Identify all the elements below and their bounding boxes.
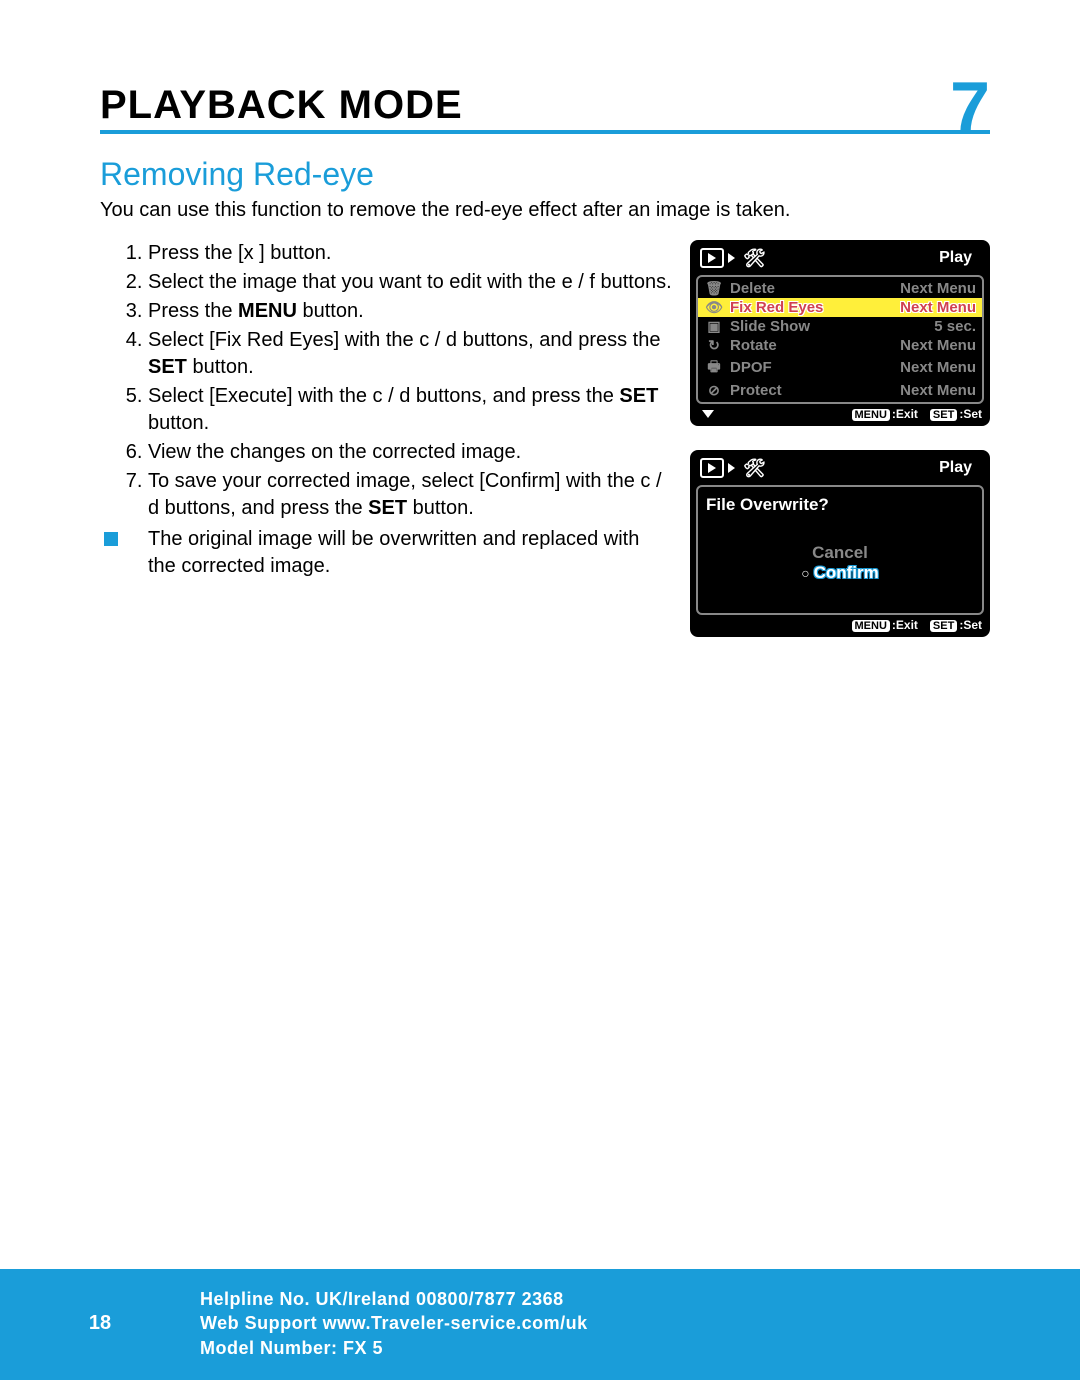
menu-row: 🗑 DeleteNext Menu <box>698 279 982 298</box>
step-2: Select the image that you want to edit w… <box>148 269 672 296</box>
menu-list: 🗑DeleteNext Menu👁Fix Red EyesNext Menu▣S… <box>696 275 984 404</box>
menu-row: 👁 Fix Red EyesNext Menu <box>698 298 982 317</box>
menu-row: ▣ Slide Show5 sec. <box>698 317 982 336</box>
section-title: Removing Red-eye <box>100 156 990 193</box>
step-6: View the changes on the corrected image. <box>148 439 672 466</box>
menu-row: ⊘ ProtectNext Menu <box>698 381 982 400</box>
menu-row-icon: ↻ <box>704 337 724 354</box>
menu-row-label: DPOF <box>730 359 900 376</box>
menu-row-icon: 🗑 <box>704 280 724 297</box>
menu-pill: MENU <box>852 620 890 632</box>
playback-icon <box>700 458 724 478</box>
menu-row-value: 5 sec. <box>934 318 976 335</box>
menu-row-value: Next Menu <box>900 299 976 316</box>
step-1: Press the [x ] button. <box>148 240 672 267</box>
footer-model: Model Number: FX 5 <box>200 1336 588 1360</box>
cancel-option: Cancel <box>706 543 974 563</box>
page-number: 18 <box>0 1312 200 1335</box>
arrow-icon <box>728 463 735 473</box>
chapter-title: PLAYBACK MODE <box>100 83 463 128</box>
menu-row-value: Next Menu <box>900 359 976 376</box>
menu-row-label: Slide Show <box>730 318 934 335</box>
note-text: The original image will be overwritten a… <box>148 526 672 580</box>
menu-row: 🖶 DPOFNext Menu <box>698 355 982 381</box>
step-list: Press the [x ] button. Select the image … <box>100 240 672 522</box>
menu-pill: MENU <box>852 409 890 421</box>
confirm-option: Confirm <box>706 563 974 583</box>
menu-row-value: Next Menu <box>900 337 976 354</box>
menu-row-label: Fix Red Eyes <box>730 299 900 316</box>
screen-title: Play <box>939 249 972 267</box>
menu-row-icon: 👁 <box>704 299 724 316</box>
note-row: The original image will be overwritten a… <box>100 526 672 580</box>
step-5: Select [Execute] with the c / d buttons,… <box>148 383 672 437</box>
menu-row-value: Next Menu <box>900 382 976 399</box>
step-4: Select [Fix Red Eyes] with the c / d but… <box>148 327 672 381</box>
footer-helpline: Helpline No. UK/Ireland 00800/7877 2368 <box>200 1287 588 1311</box>
menu-row-icon: ⊘ <box>704 382 724 399</box>
menu-row: ↻ RotateNext Menu <box>698 336 982 355</box>
step-7: To save your corrected image, select [Co… <box>148 468 672 522</box>
section-intro: You can use this function to remove the … <box>100 199 990 222</box>
screen-title: Play <box>939 459 972 477</box>
menu-row-icon: ▣ <box>704 318 724 335</box>
camera-screen-menu: 🛠 Play 🗑DeleteNext Menu👁Fix Red EyesNext… <box>690 240 990 426</box>
chapter-header: PLAYBACK MODE 7 <box>100 70 990 134</box>
menu-row-icon: 🖶 <box>704 356 724 380</box>
down-arrow-icon <box>702 410 714 418</box>
playback-icon <box>700 248 724 268</box>
page-footer: 18 Helpline No. UK/Ireland 00800/7877 23… <box>0 1269 1080 1380</box>
menu-row-label: Protect <box>730 382 900 399</box>
wrench-icon: 🛠 <box>743 248 766 269</box>
menu-row-value: Next Menu <box>900 280 976 297</box>
set-pill: SET <box>930 620 957 632</box>
square-bullet-icon <box>104 532 118 546</box>
set-pill: SET <box>930 409 957 421</box>
arrow-icon <box>728 253 735 263</box>
overwrite-question: File Overwrite? <box>706 495 974 515</box>
wrench-icon: 🛠 <box>743 458 766 479</box>
footer-web: Web Support www.Traveler-service.com/uk <box>200 1311 588 1335</box>
menu-row-label: Delete <box>730 280 900 297</box>
step-3: Press the MENU button. <box>148 298 672 325</box>
chapter-number: 7 <box>950 80 990 138</box>
camera-screen-confirm: 🛠 Play File Overwrite? Cancel Confirm ME… <box>690 450 990 637</box>
menu-row-label: Rotate <box>730 337 900 354</box>
